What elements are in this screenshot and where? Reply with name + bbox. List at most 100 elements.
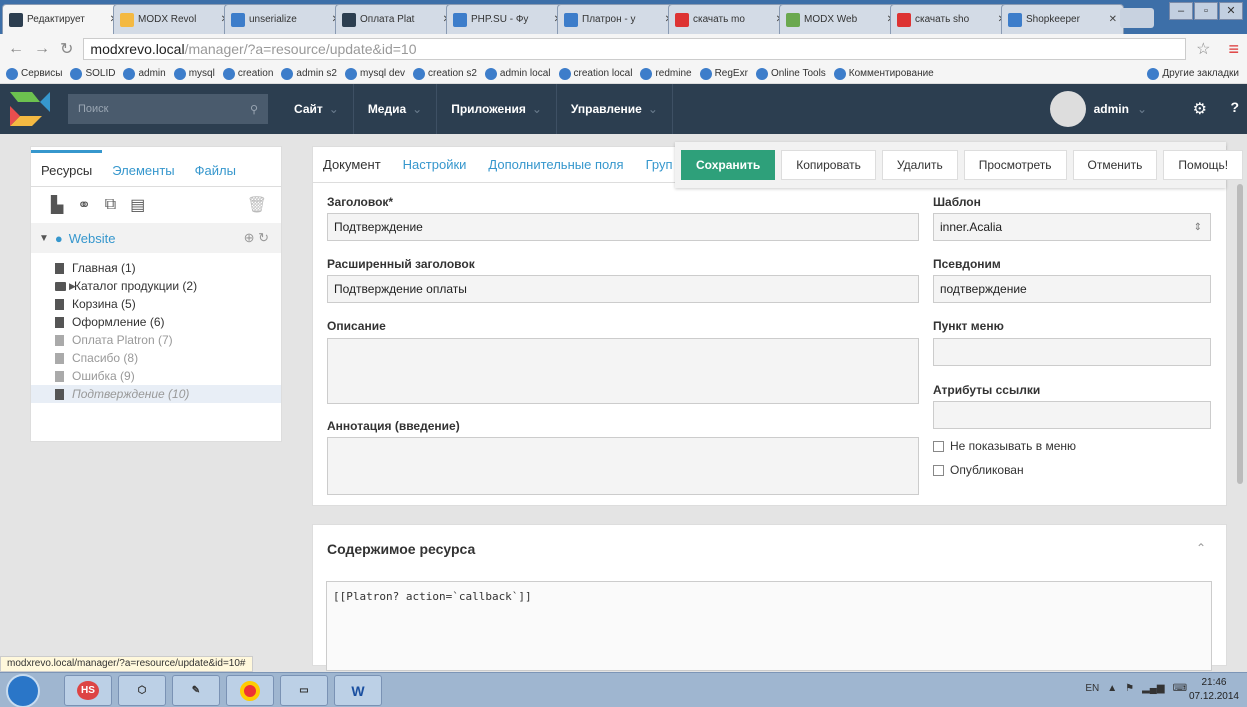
menu-icon[interactable]: ≡ [1228, 39, 1239, 60]
new-document-icon[interactable]: ▙ [51, 195, 63, 215]
clock[interactable]: 21:46 07.12.2014 [1189, 676, 1239, 704]
bookmark-item[interactable]: RegExr [699, 67, 748, 80]
bookmark-item[interactable]: Комментирование [833, 67, 934, 80]
bookmark-item[interactable]: admin local [484, 67, 551, 80]
hidemenu-checkbox[interactable]: Не показывать в меню [933, 439, 1076, 453]
title-field[interactable]: Подтверждение [327, 213, 919, 241]
browser-tab[interactable]: MODX Revol✕ [113, 4, 236, 34]
lang-indicator[interactable]: EN [1085, 683, 1099, 694]
top-nav-item[interactable]: Управление ⌄ [557, 84, 673, 134]
bookmark-item[interactable]: creation [222, 67, 273, 80]
action-button[interactable]: Отменить [1072, 150, 1158, 180]
action-button[interactable]: Удалить [881, 150, 958, 180]
keyboard-icon[interactable]: ⌨ [1173, 683, 1187, 694]
taskbar-app-box[interactable]: ⬡ [118, 675, 166, 706]
description-field[interactable] [327, 338, 919, 404]
tree-node[interactable]: Спасибо (8) [31, 349, 281, 367]
bookmark-item[interactable]: admin s2 [281, 67, 337, 80]
bookmark-item[interactable]: mysql [173, 67, 215, 80]
user-menu[interactable]: admin ⌄ [1049, 84, 1147, 134]
browser-tab[interactable]: Оплата Plat✕ [335, 4, 458, 34]
start-button[interactable] [6, 674, 40, 707]
signal-icon[interactable]: ▂▄▆ [1142, 683, 1164, 694]
bookmark-item[interactable]: Online Tools [755, 67, 826, 80]
taskbar-app-word[interactable]: W [334, 675, 382, 706]
browser-tab[interactable]: скачать sho✕ [890, 4, 1013, 34]
help-icon[interactable]: ? [1230, 99, 1239, 115]
scrollbar-thumb[interactable] [1237, 184, 1243, 484]
trash-icon[interactable]: 🗑 [247, 195, 267, 215]
form-tab[interactable]: Дополнительные поля [488, 157, 623, 172]
collapse-chevron-icon[interactable]: ⌃ [1196, 541, 1206, 555]
bookmark-item[interactable]: Сервисы [6, 67, 62, 80]
browser-tab[interactable]: MODX Web✕ [779, 4, 902, 34]
caret-right-icon[interactable]: ▶ [69, 281, 76, 292]
bookmark-item[interactable]: mysql dev [344, 67, 405, 80]
tree-node[interactable]: Оформление (6) [31, 313, 281, 331]
action-button[interactable]: Просмотреть [963, 150, 1067, 180]
symlink-icon[interactable]: ⧉ [105, 196, 116, 214]
back-icon[interactable]: ← [8, 40, 24, 58]
add-icon[interactable]: ⊕ [244, 230, 255, 245]
browser-tab[interactable]: скачать mo✕ [668, 4, 791, 34]
published-checkbox[interactable]: Опубликован [933, 463, 1024, 477]
action-button[interactable]: Копировать [781, 150, 876, 180]
template-select[interactable]: inner.Acalia ⇕ [933, 213, 1211, 241]
action-button[interactable]: Сохранить [681, 150, 776, 180]
form-tab[interactable]: Груп [646, 157, 673, 172]
browser-tab[interactable]: unserialize✕ [224, 4, 347, 34]
browser-tab[interactable]: Платрон - у✕ [557, 4, 680, 34]
bookmark-item[interactable]: SOLID [70, 67, 115, 80]
bookmark-item[interactable]: admin [123, 67, 166, 80]
top-nav-item[interactable]: Сайт ⌄ [280, 84, 354, 134]
url-input[interactable]: modxrevo.local/manager/?a=resource/updat… [83, 38, 1187, 60]
tree-node[interactable]: Главная (1) [31, 259, 281, 277]
refresh-icon[interactable]: ↻ [258, 230, 269, 245]
taskbar-app-editor[interactable]: ✎ [172, 675, 220, 706]
tree-root-website[interactable]: ▼ ● Website ⊕ ↻ [31, 223, 281, 253]
browser-tab[interactable]: Редактирует✕ [2, 4, 125, 34]
close-tab-icon[interactable]: ✕ [1109, 14, 1117, 25]
action-button[interactable]: Помощь! [1163, 150, 1244, 180]
taskbar-app-chrome[interactable] [226, 675, 274, 706]
content-editor[interactable]: [[Platron? action=`callback`]] [326, 581, 1212, 671]
tray-arrow-icon[interactable]: ▲ [1107, 683, 1117, 694]
minimize-button[interactable]: – [1169, 2, 1193, 20]
linkattr-field[interactable] [933, 401, 1211, 429]
tree-node[interactable]: Корзина (5) [31, 295, 281, 313]
weblink-icon[interactable]: ⚭ [77, 195, 90, 215]
form-tab[interactable]: Документ [323, 157, 381, 172]
bookmark-item[interactable]: Другие закладки [1147, 67, 1239, 80]
static-resource-icon[interactable]: ▤ [130, 195, 145, 215]
browser-tab[interactable]: Shopkeeper ✕ [1001, 4, 1124, 34]
reload-icon[interactable]: ↻ [60, 39, 73, 59]
left-tab[interactable]: Ресурсы [31, 150, 103, 186]
tree-node[interactable]: Ошибка (9) [31, 367, 281, 385]
taskbar-app-hs[interactable]: HS [64, 675, 112, 706]
left-tab[interactable]: Файлы [185, 163, 246, 186]
longtitle-field[interactable]: Подтверждение оплаты [327, 275, 919, 303]
left-tab[interactable]: Элементы [102, 163, 184, 186]
tree-node[interactable]: Оплата Platron (7) [31, 331, 281, 349]
tree-node[interactable]: Подтверждение (10) [31, 385, 281, 403]
top-nav-item[interactable]: Приложения ⌄ [437, 84, 557, 134]
gear-icon[interactable]: ⚙ [1193, 99, 1207, 119]
bookmark-item[interactable]: creation s2 [413, 67, 477, 80]
browser-tab[interactable]: PHP.SU - Фу✕ [446, 4, 569, 34]
flag-icon[interactable]: ⚑ [1125, 683, 1134, 694]
close-window-button[interactable]: ✕ [1219, 2, 1243, 20]
bookmark-star-icon[interactable]: ☆ [1196, 39, 1210, 59]
tree-node[interactable]: ▶ Каталог продукции (2) [31, 277, 281, 295]
search-input[interactable]: Поиск ⚲ [68, 94, 268, 124]
forward-icon[interactable]: → [34, 40, 50, 58]
menutitle-field[interactable] [933, 338, 1211, 366]
bookmark-item[interactable]: creation local [558, 67, 632, 80]
introtext-field[interactable] [327, 437, 919, 495]
page-scrollbar[interactable] [1235, 134, 1245, 666]
taskbar-app-explorer[interactable]: ▭ [280, 675, 328, 706]
form-tab[interactable]: Настройки [403, 157, 467, 172]
modx-logo[interactable] [0, 84, 60, 134]
alias-field[interactable]: подтверждение [933, 275, 1211, 303]
new-tab-button[interactable] [1120, 8, 1154, 28]
maximize-button[interactable]: ▫ [1194, 2, 1218, 20]
